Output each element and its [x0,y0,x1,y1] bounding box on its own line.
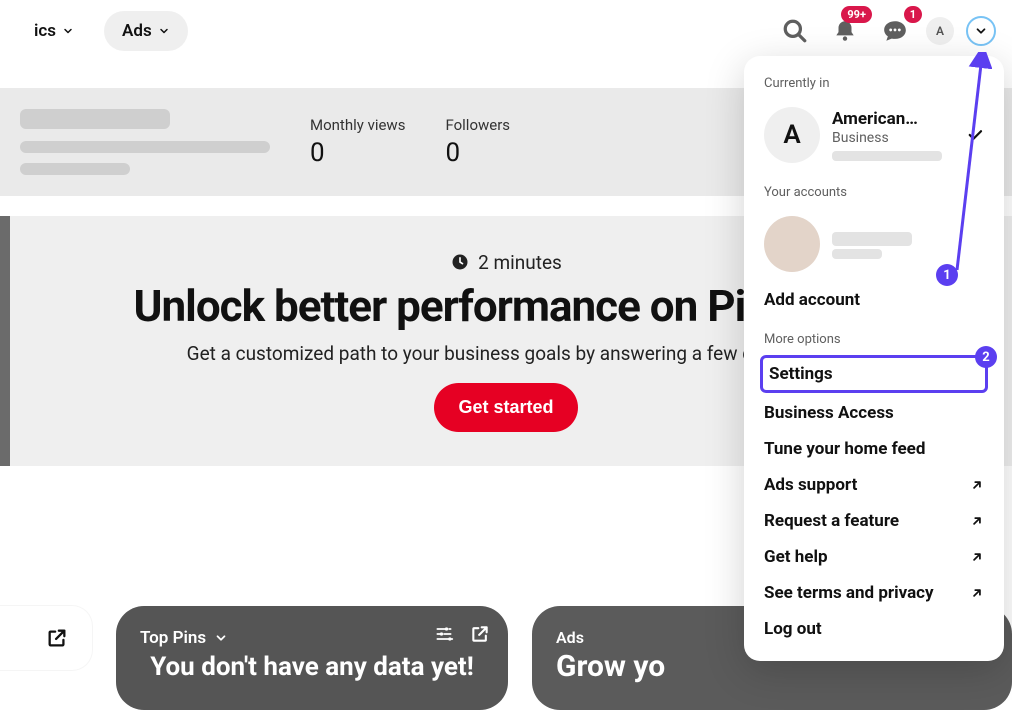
menu-ads-support-label: Ads support [764,475,857,495]
menu-log-out-label: Log out [764,619,822,639]
check-icon [966,126,984,144]
search-icon [782,18,808,44]
profile-name-block [20,109,270,175]
get-started-button[interactable]: Get started [434,383,577,432]
notifications-badge: 99+ [841,6,872,23]
top-pins-card[interactable]: Top Pins You don't have any data yet! [116,606,508,710]
secondary-account-name-blurred [832,232,912,246]
menu-tune-feed-label: Tune your home feed [764,439,925,459]
profile-name-blurred [20,109,170,129]
menu-settings[interactable]: Settings [769,364,979,384]
settings-highlight: 2 Settings [760,355,988,393]
external-arrow-icon [970,550,984,564]
external-arrow-icon [970,478,984,492]
stat-followers-value: 0 [445,138,510,168]
panel-your-accounts-label: Your accounts [756,181,992,208]
menu-business-access-label: Business Access [764,403,894,423]
nav-ads-label: Ads [122,21,152,41]
sliders-icon[interactable] [434,624,454,644]
profile-sub2-blurred [20,163,130,175]
menu-get-help-label: Get help [764,547,828,567]
account-avatar: A [764,107,820,163]
nav-ads[interactable]: Ads [104,11,188,51]
annotation-step-1: 1 [936,264,958,286]
stat-monthly-views-label: Monthly views [310,116,405,134]
stat-followers: Followers 0 [445,116,510,168]
account-dropdown: Currently in A American… Business Your a… [744,56,1004,661]
account-type: Business [832,130,954,148]
account-name: American… [832,109,954,130]
menu-request-feature[interactable]: Request a feature [756,503,992,539]
annotation-step-2: 2 [975,346,997,368]
account-email-blurred [832,151,942,161]
stat-monthly-views-value: 0 [310,138,405,168]
chevron-down-icon [158,25,170,37]
menu-log-out[interactable]: Log out [756,611,992,647]
hero-subtitle: Get a customized path to your business g… [187,342,826,365]
top-pins-header[interactable]: Top Pins [140,628,484,648]
chat-icon [882,18,908,44]
external-link-icon [46,627,68,649]
external-arrow-icon [970,514,984,528]
secondary-account-sub-blurred [832,249,882,259]
notifications-button[interactable]: 99+ [826,12,864,50]
chevron-down-icon [974,24,988,38]
search-button[interactable] [776,12,814,50]
chevron-down-icon [62,25,74,37]
stat-monthly-views: Monthly views 0 [310,116,405,168]
nav-analytics[interactable]: ics [16,11,92,51]
panel-more-options-label: More options [756,328,992,355]
clock-icon [450,252,470,272]
chevron-down-icon [214,631,228,645]
secondary-account-avatar [764,216,820,272]
menu-tune-feed[interactable]: Tune your home feed [756,431,992,467]
avatar-letter: A [936,24,944,38]
menu-get-help[interactable]: Get help [756,539,992,575]
hero-duration-text: 2 minutes [478,251,562,274]
top-pins-label: Top Pins [140,628,206,648]
top-pins-empty-title: You don't have any data yet! [140,652,484,682]
avatar-mini[interactable]: A [926,17,954,45]
profile-sub1-blurred [20,141,270,153]
menu-request-feature-label: Request a feature [764,511,899,531]
external-link-icon[interactable] [470,624,490,644]
menu-ads-support[interactable]: Ads support [756,467,992,503]
small-card[interactable] [0,606,92,670]
account-avatar-letter: A [783,120,800,150]
current-account-row[interactable]: A American… Business [756,99,992,171]
stat-followers-label: Followers [445,116,510,134]
menu-terms[interactable]: See terms and privacy [756,575,992,611]
menu-business-access[interactable]: Business Access [756,395,992,431]
nav-analytics-label: ics [34,21,56,41]
top-bar: ics Ads 99+ 1 A [0,0,1012,62]
account-menu-toggle[interactable] [966,16,996,46]
messages-badge: 1 [904,6,922,23]
add-account-button[interactable]: Add account [756,280,992,320]
messages-button[interactable]: 1 [876,12,914,50]
panel-currently-in-label: Currently in [756,72,992,99]
menu-settings-label: Settings [769,364,833,384]
menu-terms-label: See terms and privacy [764,583,934,603]
hero-duration: 2 minutes [450,251,562,274]
external-arrow-icon [970,586,984,600]
